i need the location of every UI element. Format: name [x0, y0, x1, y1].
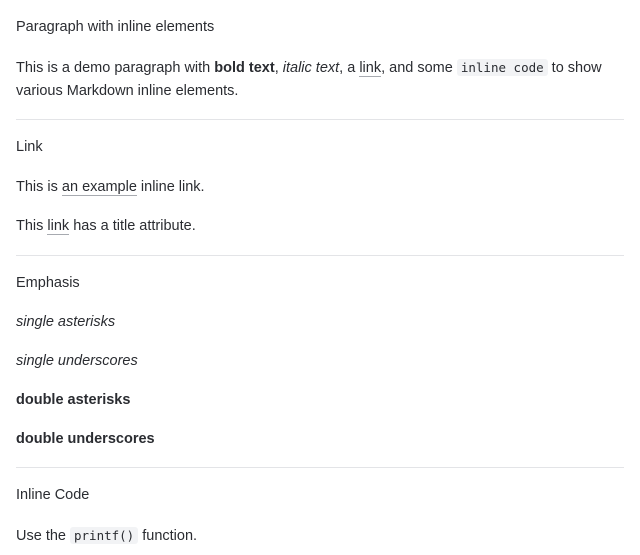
paragraph-text: This is a demo paragraph with: [16, 60, 215, 76]
divider: [16, 467, 624, 468]
bold-text: double underscores: [16, 431, 155, 447]
section-link: Link This is an example inline link. Thi…: [16, 137, 624, 238]
emphasis-item: double asterisks: [16, 389, 624, 412]
paragraph-text: , and some: [381, 60, 457, 76]
paragraph-text: has a title attribute.: [69, 218, 196, 234]
markdown-document: Paragraph with inline elements This is a…: [0, 0, 640, 548]
section-inline-code: Inline Code Use the printf() function.: [16, 485, 624, 548]
section-title-paragraph: Paragraph with inline elements: [16, 19, 215, 35]
paragraph-text: This is: [16, 179, 62, 195]
italic-text: single underscores: [16, 353, 138, 369]
paragraph-link[interactable]: link: [359, 60, 382, 77]
section-paragraph-inline: Paragraph with inline elements This is a…: [16, 0, 624, 103]
italic-text: single asterisks: [16, 314, 116, 330]
inline-code: printf(): [70, 527, 139, 544]
paragraph-text: Use the: [16, 528, 70, 544]
section-emphasis: Emphasis single asterisks single undersc…: [16, 273, 624, 451]
paragraph-text: function.: [138, 528, 198, 544]
paragraph-text: inline link.: [136, 179, 205, 195]
section-title-link: Link: [16, 139, 43, 155]
section-title-emphasis: Emphasis: [16, 275, 80, 291]
link-paragraph-2: This link has a title attribute.: [16, 215, 624, 238]
inline-code: inline code: [456, 59, 548, 76]
paragraph-text: , a: [339, 60, 360, 76]
emphasis-item: single underscores: [16, 350, 624, 373]
section-title-inline-code: Inline Code: [16, 487, 90, 503]
link-paragraph-1: This is an example inline link.: [16, 176, 624, 199]
divider: [16, 255, 624, 256]
bold-text: bold text: [214, 60, 275, 76]
paragraph-text: ,: [274, 60, 283, 76]
bold-text: double asterisks: [16, 392, 131, 408]
emphasis-item: single asterisks: [16, 311, 624, 334]
emphasis-item: double underscores: [16, 428, 624, 451]
titled-link[interactable]: link: [47, 218, 70, 235]
demo-paragraph: This is a demo paragraph with bold text,…: [16, 56, 624, 103]
paragraph-text: This: [16, 218, 48, 234]
example-link[interactable]: an example: [61, 179, 137, 196]
inline-code-paragraph: Use the printf() function.: [16, 524, 624, 548]
divider: [16, 119, 624, 120]
italic-text: italic text: [282, 60, 340, 76]
